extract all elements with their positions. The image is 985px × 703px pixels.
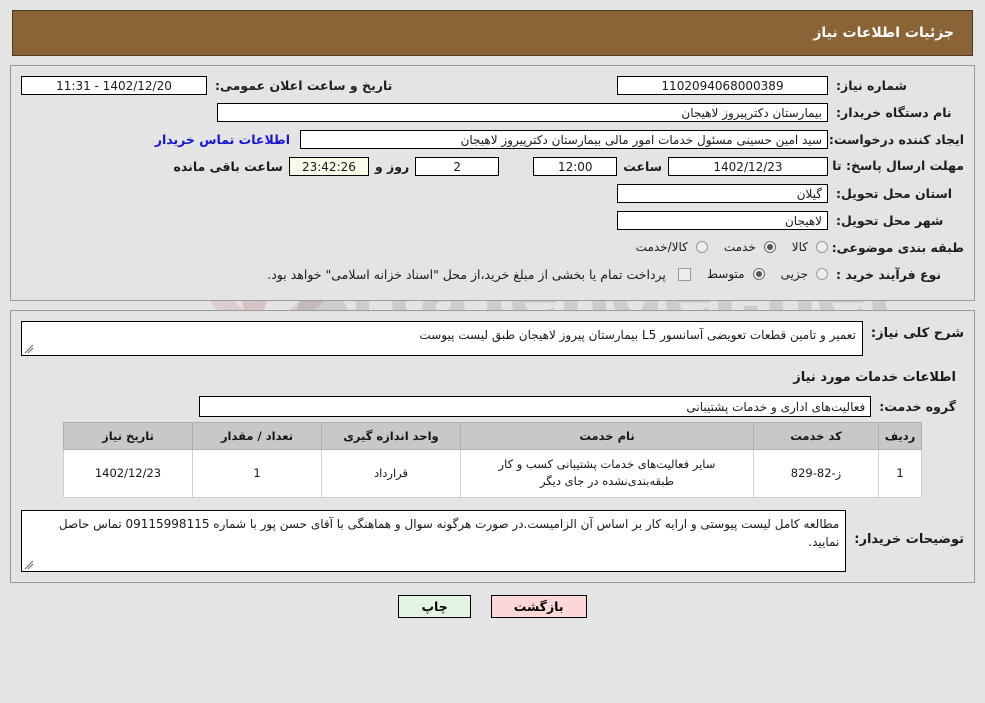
page-header-bar: جزئیات اطلاعات نیاز xyxy=(12,10,973,56)
table-header-row: ردیف کد خدمت نام خدمت واحد اندازه گیری ت… xyxy=(63,422,922,450)
service-group-label: گروه خدمت: xyxy=(879,398,956,414)
buyer-org-label: نام دستگاه خریدار: xyxy=(836,104,952,120)
buyer-notes-label: توضیحات خریدار: xyxy=(854,531,964,547)
col-quantity: تعداد / مقدار xyxy=(192,422,322,450)
row-deadline: مهلت ارسال پاسخ: تا تاریخ: 1402/12/23 سا… xyxy=(21,155,964,177)
radio-category-kala-khedmat-label: کالا/خدمت xyxy=(635,240,688,254)
announce-label: تاریخ و ساعت اعلان عمومی: xyxy=(215,77,393,93)
radio-category-kala[interactable] xyxy=(816,241,828,253)
radio-category-khedmat[interactable] xyxy=(763,241,776,253)
table-row: 1 ز-82-829 سایر فعالیت‌های خدمات پشتیبان… xyxy=(63,449,922,498)
buyer-org-value: بیمارستان دکترپیروز لاهیجان xyxy=(217,102,828,122)
row-province: استان محل تحویل: گیلان xyxy=(21,182,964,204)
cell-quantity: 1 xyxy=(192,449,322,498)
treasury-note: پرداخت تمام یا بخشی از مبلغ خرید،از محل … xyxy=(267,266,666,282)
description-label: شرح کلی نیاز: xyxy=(870,326,964,341)
back-button[interactable]: بازگشت xyxy=(490,594,587,618)
buyer-contact-link[interactable]: اطلاعات تماس خریدار xyxy=(155,132,290,147)
remaining-time-value: 23:42:26 xyxy=(288,156,369,176)
remaining-suffix-label: ساعت باقی مانده xyxy=(173,158,283,174)
creator-value: سید امین حسینی مسئول خدمات امور مالی بیم… xyxy=(300,129,828,149)
remaining-days-value: 2 xyxy=(415,156,500,176)
remaining-days-label: روز و xyxy=(374,158,410,174)
page-root: V ArtaTender.net جزئیات اطلاعات نیاز شما… xyxy=(0,0,985,703)
services-table: ردیف کد خدمت نام خدمت واحد اندازه گیری ت… xyxy=(63,422,922,498)
row-general-description: شرح کلی نیاز: تعمیر و تامین قطعات تعویضی… xyxy=(21,321,964,356)
radio-process-motevaset-label: متوسط xyxy=(706,267,745,281)
service-group-value: فعالیت‌های اداری و خدمات پشتیبانی xyxy=(199,395,872,417)
cell-name: سایر فعالیت‌های خدمات پشتیبانی کسب و کار… xyxy=(460,449,754,498)
page-title: جزئیات اطلاعات نیاز xyxy=(813,25,954,41)
need-number-label: شماره نیاز: xyxy=(836,77,907,93)
cell-index: 1 xyxy=(878,449,922,498)
row-city: شهر محل تحویل: لاهیجان xyxy=(21,209,964,231)
city-label: شهر محل تحویل: xyxy=(836,212,944,228)
resize-grip-icon[interactable] xyxy=(24,344,34,354)
row-buyer-notes: توضیحات خریدار: مطالعه کامل لیست پیوستی … xyxy=(21,509,964,572)
row-process-type: نوع فرآیند خرید : جزیی متوسط پرداخت تمام… xyxy=(21,263,964,285)
radio-process-jozee[interactable] xyxy=(816,268,828,280)
cell-date: 1402/12/23 xyxy=(63,449,193,498)
col-index: ردیف xyxy=(878,422,922,450)
radio-category-khedmat-label: خدمت xyxy=(723,240,756,254)
radio-category-kala-khedmat[interactable] xyxy=(695,241,708,253)
resize-grip-icon[interactable] xyxy=(24,560,34,570)
row-buyer-org: نام دستگاه خریدار: بیمارستان دکترپیروز ل… xyxy=(21,101,964,123)
row-category: طبقه بندی موضوعی: کالا خدمت کالا/خدمت xyxy=(21,236,964,258)
col-name: نام خدمت xyxy=(460,422,754,450)
need-details-panel: شرح کلی نیاز: تعمیر و تامین قطعات تعویضی… xyxy=(10,310,975,583)
deadline-hour-value: 12:00 xyxy=(533,156,618,176)
treasury-checkbox[interactable] xyxy=(677,267,691,281)
need-number-value: 1102094068000389 xyxy=(617,75,828,95)
row-need-number: شماره نیاز: 1102094068000389 تاریخ و ساع… xyxy=(21,74,964,96)
radio-process-motevaset[interactable] xyxy=(752,268,765,280)
cell-code: ز-82-829 xyxy=(753,449,879,498)
province-value: گیلان xyxy=(617,183,828,203)
description-value: تعمیر و تامین قطعات تعویضی آسانسور L5 بی… xyxy=(419,328,856,342)
category-label: طبقه بندی موضوعی: xyxy=(831,239,964,255)
col-code: کد خدمت xyxy=(753,422,879,450)
process-label: نوع فرآیند خرید : xyxy=(836,266,942,282)
row-creator: ایجاد کننده درخواست: سید امین حسینی مسئو… xyxy=(21,128,964,150)
city-value: لاهیجان xyxy=(617,210,828,230)
deadline-date-value: 1402/12/23 xyxy=(668,156,828,176)
need-info-panel: شماره نیاز: 1102094068000389 تاریخ و ساع… xyxy=(10,65,975,301)
radio-category-kala-label: کالا xyxy=(791,240,808,254)
action-button-bar: بازگشت چاپ xyxy=(0,594,985,618)
services-heading: اطلاعات خدمات مورد نیاز xyxy=(793,370,956,385)
print-button[interactable]: چاپ xyxy=(398,594,471,618)
deadline-hour-label: ساعت xyxy=(623,158,662,174)
col-unit: واحد اندازه گیری xyxy=(321,422,461,450)
creator-label: ایجاد کننده درخواست: xyxy=(828,131,964,147)
buyer-notes-value: مطالعه کامل لیست پیوستی و ارایه کار بر ا… xyxy=(58,516,840,550)
cell-unit: قرارداد xyxy=(321,449,461,498)
announce-value: 11:31 - 1402/12/20 xyxy=(21,75,207,95)
radio-process-jozee-label: جزیی xyxy=(780,267,808,281)
col-date: تاریخ نیاز xyxy=(63,422,193,450)
description-textarea[interactable]: تعمیر و تامین قطعات تعویضی آسانسور L5 بی… xyxy=(21,321,863,356)
province-label: استان محل تحویل: xyxy=(836,185,953,201)
row-service-group: گروه خدمت: فعالیت‌های اداری و خدمات پشتی… xyxy=(21,395,956,417)
deadline-label: مهلت ارسال پاسخ: تا تاریخ: xyxy=(792,158,964,174)
buyer-notes-textarea[interactable]: مطالعه کامل لیست پیوستی و ارایه کار بر ا… xyxy=(21,509,847,572)
